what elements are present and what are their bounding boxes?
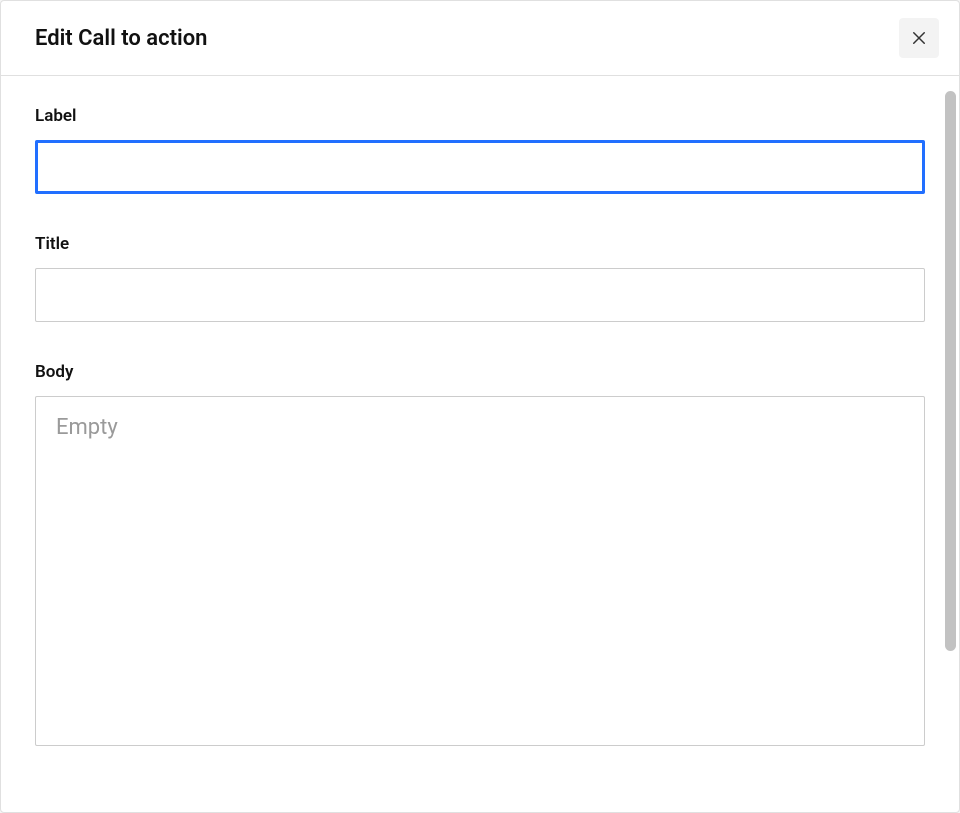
- body-placeholder: Empty: [56, 415, 118, 440]
- close-button[interactable]: [899, 18, 939, 58]
- modal-title: Edit Call to action: [35, 26, 207, 51]
- label-field-group: Label: [35, 106, 925, 194]
- title-field-group: Title: [35, 234, 925, 322]
- title-field-label: Title: [35, 234, 925, 254]
- modal-header: Edit Call to action: [1, 1, 959, 76]
- label-input[interactable]: [35, 140, 925, 194]
- scrollbar-thumb[interactable]: [945, 91, 956, 651]
- body-field-label: Body: [35, 362, 925, 382]
- body-editor[interactable]: Empty: [35, 396, 925, 746]
- edit-cta-modal: Edit Call to action Label Title Body Emp…: [0, 0, 960, 813]
- modal-body: Label Title Body Empty: [1, 76, 959, 812]
- body-field-group: Body Empty: [35, 362, 925, 746]
- close-icon: [910, 29, 928, 47]
- label-field-label: Label: [35, 106, 925, 126]
- title-input[interactable]: [35, 268, 925, 322]
